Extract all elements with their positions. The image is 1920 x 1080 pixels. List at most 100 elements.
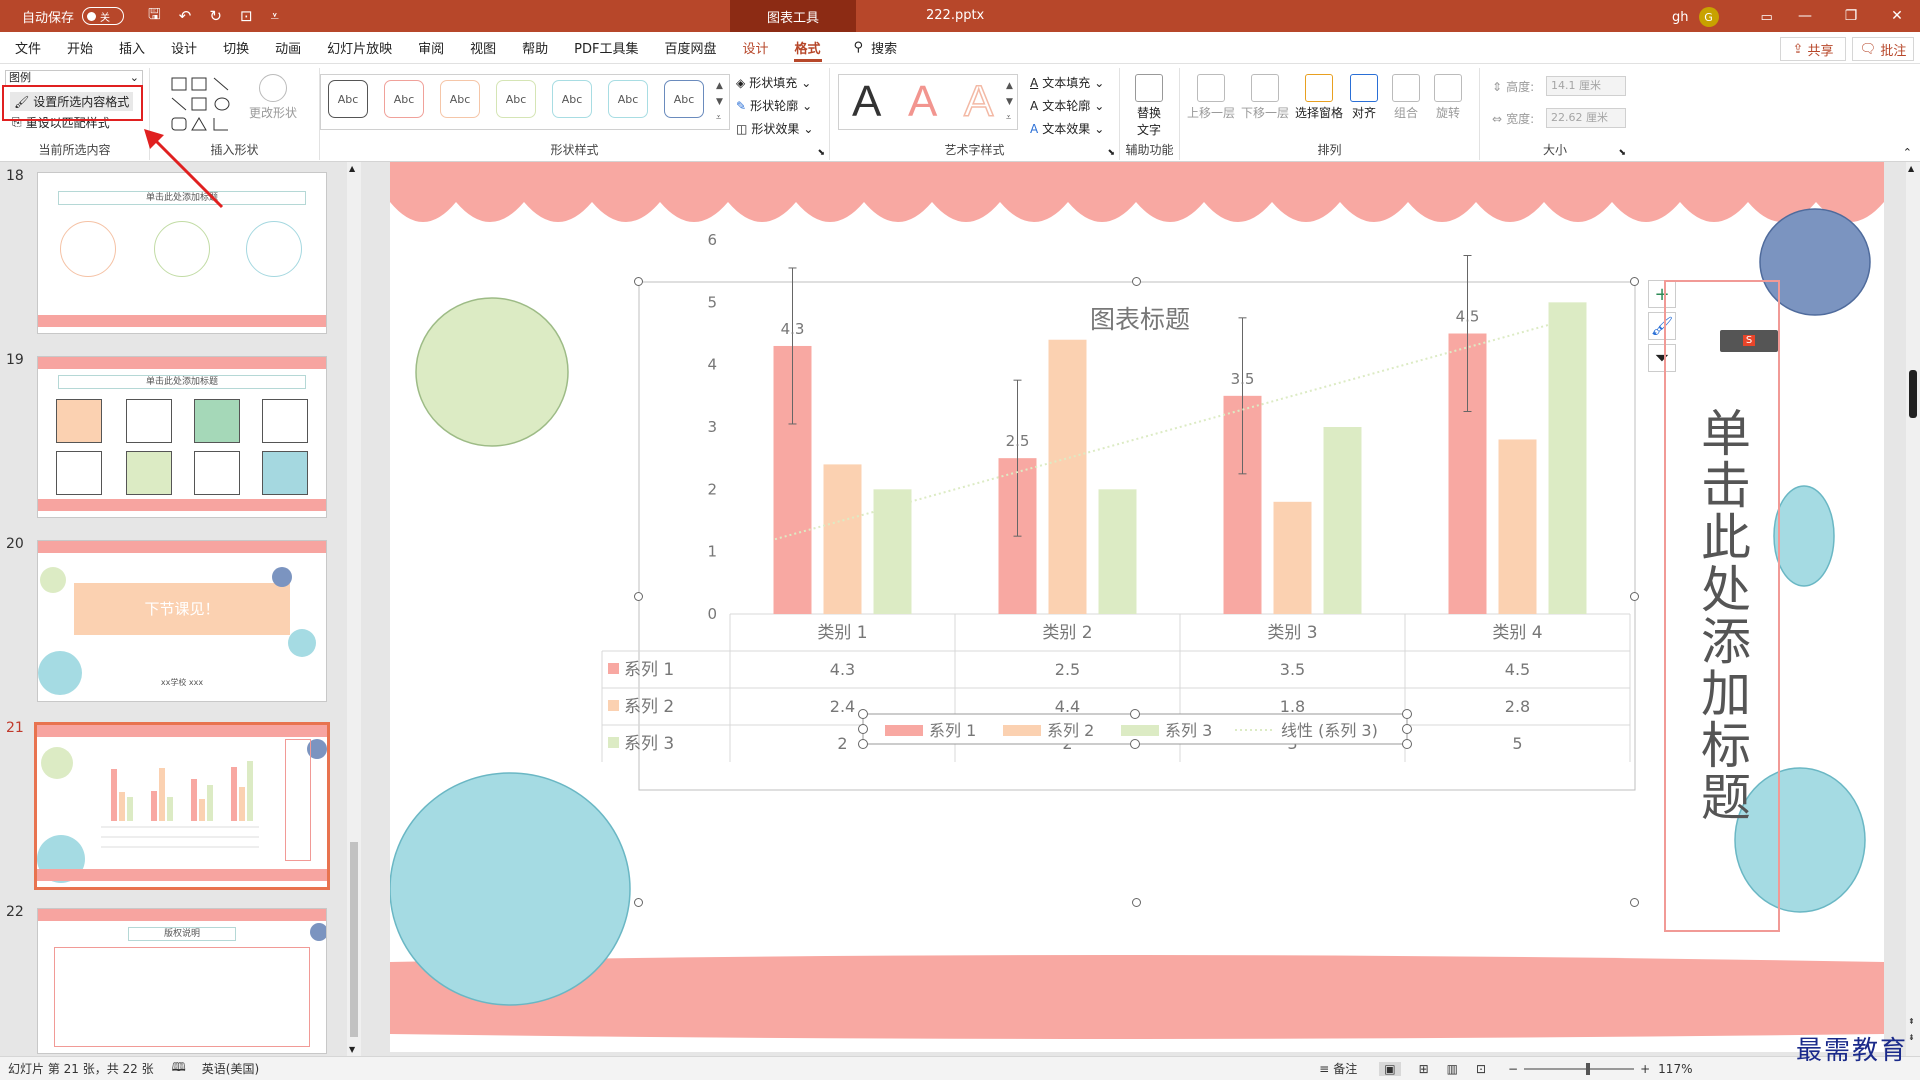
reading-view-icon[interactable]: ▥	[1447, 1062, 1458, 1076]
shape-style-6[interactable]: Abc	[608, 80, 648, 118]
category-label[interactable]: 类别 3	[1267, 623, 1317, 643]
ribbon-display-icon[interactable]: ▭	[1761, 10, 1773, 25]
legend-handle[interactable]	[858, 724, 868, 734]
close-icon[interactable]: ✕	[1874, 0, 1920, 32]
scroll-thumb[interactable]	[1909, 370, 1917, 418]
slide-thumbnail-21-active[interactable]	[34, 722, 330, 890]
tab-chart-format[interactable]: 格式	[782, 32, 834, 64]
legend-handle[interactable]	[858, 739, 868, 749]
table-cell[interactable]: 2.5	[1055, 660, 1080, 679]
minimize-icon[interactable]: —	[1782, 0, 1828, 32]
redo-icon[interactable]: ↻	[209, 7, 222, 25]
shape-effect-button[interactable]: ◫ 形状效果 ⌄	[736, 120, 813, 137]
present-icon[interactable]: ⊡	[240, 7, 253, 25]
vertical-title-placeholder[interactable]: 单击此处添加标题	[1664, 280, 1780, 932]
tab-slideshow[interactable]: 幻灯片放映	[314, 32, 405, 64]
tab-insert[interactable]: 插入	[106, 32, 158, 64]
text-outline-button[interactable]: A 文本轮廓 ⌄	[1030, 97, 1104, 114]
slide-scrollbar[interactable]: ▲ ⇞ ⇟	[1906, 162, 1920, 1056]
language[interactable]: 英语(美国)	[202, 1060, 259, 1077]
shape-style-7[interactable]: Abc	[664, 80, 704, 118]
shape-style-4[interactable]: Abc	[496, 80, 536, 118]
data-label[interactable]: 4.5	[1456, 308, 1480, 326]
restore-icon[interactable]: ❐	[1828, 0, 1874, 32]
legend-entry[interactable]: 系列 1	[929, 721, 976, 740]
share-button[interactable]: ⇪ 共享	[1780, 37, 1846, 61]
legend-handle[interactable]	[1130, 709, 1140, 719]
wordart-style-1[interactable]: A	[852, 80, 881, 124]
zoom-in-icon[interactable]: +	[1640, 1062, 1650, 1076]
y-tick-label[interactable]: 5	[707, 293, 717, 311]
bar-2-2[interactable]	[1048, 339, 1087, 614]
notes-button[interactable]: 备注	[1333, 1060, 1357, 1077]
bar-3-4[interactable]	[1548, 302, 1587, 614]
bar-2-3[interactable]	[1273, 501, 1312, 614]
table-cell[interactable]: 2	[837, 734, 847, 753]
spellcheck-icon[interactable]: 🕮	[172, 1058, 186, 1079]
legend-handle[interactable]	[1402, 739, 1412, 749]
resize-handle[interactable]	[1132, 898, 1141, 907]
tab-transitions[interactable]: 切换	[210, 32, 262, 64]
search-box[interactable]: ⚲ 搜索	[854, 38, 898, 57]
table-row-name[interactable]: 系列 3	[624, 734, 674, 754]
resize-handle[interactable]	[1630, 592, 1639, 601]
tab-pdf-tools[interactable]: PDF工具集	[561, 32, 651, 64]
next-slide-icon[interactable]: ⇟	[1908, 1033, 1915, 1042]
rotate-button[interactable]: 旋转	[1428, 74, 1468, 121]
scroll-down-icon[interactable]: ▼	[349, 1045, 355, 1054]
previous-slide-icon[interactable]: ⇞	[1908, 1017, 1915, 1026]
legend-handle[interactable]	[858, 709, 868, 719]
thumbnail-scrollbar[interactable]: ▲ ▼	[347, 162, 361, 1056]
table-legend-key[interactable]	[608, 663, 619, 674]
bar-3-1[interactable]	[873, 489, 912, 614]
table-row-name[interactable]: 系列 1	[624, 660, 674, 680]
dialog-launcher-icon[interactable]: ⬊	[1107, 148, 1115, 158]
table-cell[interactable]: 2.4	[830, 697, 855, 716]
bar-2-1[interactable]	[823, 464, 862, 614]
y-tick-label[interactable]: 2	[707, 480, 717, 498]
slide-canvas[interactable]: 0 1 2 3 4 5 6 4.3 2.5 3.5 4.5 类别 1 类别 2 类别 3 类别 4 系列 1 4…	[390, 162, 1884, 1052]
legend-key[interactable]	[1003, 725, 1041, 736]
resize-handle[interactable]	[1630, 898, 1639, 907]
collapse-ribbon-icon[interactable]: ⌃	[1903, 146, 1912, 159]
legend-handle[interactable]	[1130, 739, 1140, 749]
customize-icon[interactable]: ⩡	[271, 7, 279, 25]
resize-handle[interactable]	[1630, 277, 1639, 286]
legend-entry[interactable]: 系列 3	[1165, 721, 1212, 740]
shape-style-3[interactable]: Abc	[440, 80, 480, 118]
legend-entry[interactable]: 系列 2	[1047, 721, 1094, 740]
category-label[interactable]: 类别 2	[1042, 623, 1092, 643]
category-label[interactable]: 类别 4	[1492, 623, 1542, 643]
bring-forward-button[interactable]: 上移一层	[1186, 74, 1236, 121]
table-cell[interactable]: 5	[1512, 734, 1522, 753]
y-tick-label[interactable]: 1	[707, 543, 717, 561]
zoom-slider-knob[interactable]	[1586, 1062, 1591, 1075]
scroll-up-icon[interactable]: ▲	[349, 164, 355, 173]
dialog-launcher-icon[interactable]: ⬊	[1618, 148, 1626, 158]
shape-outline-button[interactable]: ✎ 形状轮廓 ⌄	[736, 97, 812, 114]
bar-2-4[interactable]	[1498, 439, 1537, 614]
autosave-toggle[interactable]: 关	[82, 7, 125, 25]
text-effect-button[interactable]: A 文本效果 ⌄	[1030, 120, 1104, 137]
legend-key[interactable]	[885, 725, 923, 736]
slideshow-icon[interactable]: ⊡	[1476, 1062, 1486, 1076]
slide-sorter-icon[interactable]: ⊞	[1419, 1062, 1429, 1076]
category-label[interactable]: 类别 1	[817, 623, 867, 643]
tab-baidu-netdisk[interactable]: 百度网盘	[651, 32, 729, 64]
shape-fill-button[interactable]: ◈ 形状填充 ⌄	[736, 74, 811, 91]
height-input[interactable]: 14.1 厘米	[1546, 76, 1626, 96]
table-cell[interactable]: 4.4	[1055, 697, 1080, 716]
y-tick-label[interactable]: 0	[707, 605, 717, 623]
legend-handle[interactable]	[1402, 724, 1412, 734]
data-label[interactable]: 4.3	[781, 320, 805, 338]
group-button[interactable]: 组合	[1386, 74, 1426, 121]
tab-review[interactable]: 审阅	[405, 32, 457, 64]
data-label[interactable]: 3.5	[1231, 370, 1255, 388]
undo-icon[interactable]: ↶	[179, 7, 192, 25]
wordart-scroll-icons[interactable]: ▲ ▼ ⩡	[1006, 78, 1013, 126]
tab-help[interactable]: 帮助	[509, 32, 561, 64]
normal-view-icon[interactable]: ▣	[1379, 1061, 1401, 1076]
resize-handle[interactable]	[1132, 277, 1141, 286]
resize-handle[interactable]	[634, 592, 643, 601]
comment-button[interactable]: 🗨 批注	[1852, 37, 1914, 61]
